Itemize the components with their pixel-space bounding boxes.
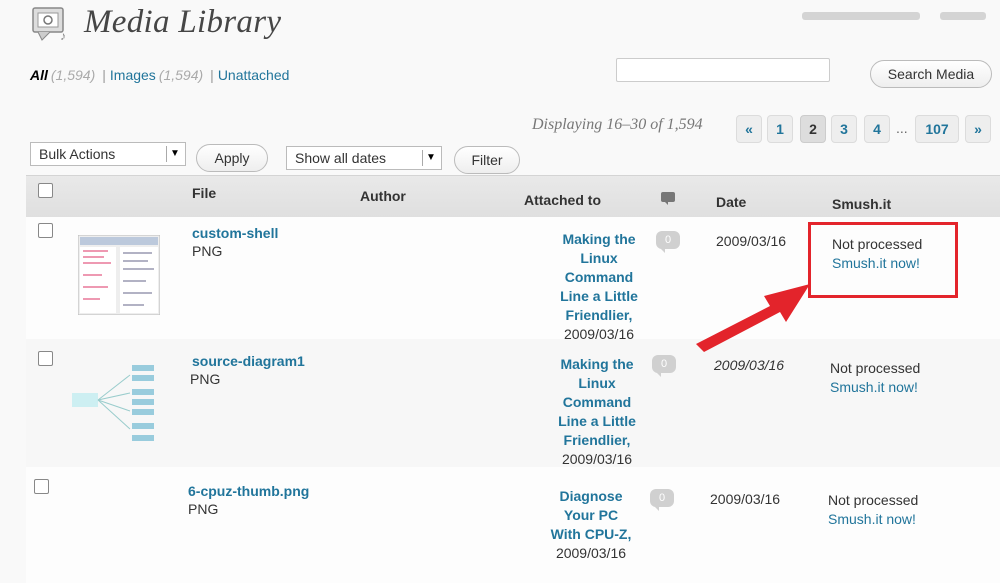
pagination-ellipsis: ...	[896, 120, 908, 136]
filter-all[interactable]: All	[30, 67, 48, 83]
smush-link-now: now!	[888, 379, 918, 395]
svg-text:♪: ♪	[60, 29, 66, 42]
filter-unattached[interactable]: Unattached	[218, 67, 290, 83]
page-title: Media Library	[84, 4, 282, 40]
filter-separator: |	[210, 67, 214, 83]
attached-line: With CPU-Z,	[550, 526, 632, 542]
file-name-link[interactable]: 6-cpuz-thumb.png	[188, 483, 309, 499]
screen-options-tab[interactable]	[802, 12, 920, 20]
smush-status: Not processed Smush.it now!	[830, 359, 920, 397]
chevron-down-icon: ▼	[166, 146, 183, 162]
pagination-page-1[interactable]: 1	[767, 115, 793, 143]
file-type: PNG	[192, 243, 223, 259]
attached-to: Diagnose Your PC With CPU-Z, 2009/03/16	[516, 487, 666, 563]
smush-now-link[interactable]: Smush.it now!	[828, 511, 916, 527]
displaying-count: Displaying 16–30 of 1,594	[532, 116, 703, 133]
smush-status: Not processed Smush.it now!	[828, 491, 918, 529]
table-header: File Author Attached to Date Smush.it	[26, 175, 1000, 217]
smush-now-link[interactable]: Smush.it now!	[830, 379, 918, 395]
media-library-icon: ♪	[32, 7, 66, 42]
bulk-actions-select[interactable]: Bulk Actions ▼	[30, 142, 186, 166]
filter-images[interactable]: Images	[110, 67, 156, 83]
smush-status-text: Not processed	[828, 492, 919, 508]
attached-line: Line a Little	[558, 413, 636, 429]
attached-line: Command	[564, 269, 634, 285]
upload-date: 2009/03/16	[710, 491, 781, 507]
thumbnail-image[interactable]	[72, 363, 162, 449]
column-attached: Attached to	[524, 192, 601, 208]
column-file[interactable]: File	[192, 185, 216, 201]
row-checkbox[interactable]	[38, 351, 53, 366]
attached-date: 2009/03/16	[555, 545, 627, 561]
comment-icon	[661, 192, 675, 205]
pagination-last[interactable]: 107	[915, 115, 959, 143]
search-media-button[interactable]: Search Media	[870, 60, 992, 88]
column-date[interactable]: Date	[716, 194, 746, 210]
comment-count-icon[interactable]: 0	[650, 489, 674, 511]
smush-link-text: Smush.it	[828, 511, 883, 527]
attached-line: Command	[562, 394, 632, 410]
smush-link-now: now!	[886, 511, 916, 527]
file-name-link[interactable]: source-diagram1	[192, 353, 305, 369]
pagination-next[interactable]: »	[965, 115, 991, 143]
filter-all-count: (1,594)	[50, 67, 96, 83]
bulk-actions-value: Bulk Actions	[39, 146, 116, 162]
attached-line: Linux	[580, 250, 618, 266]
file-type: PNG	[190, 371, 221, 387]
column-smushit: Smush.it	[832, 196, 892, 212]
filter-button[interactable]: Filter	[454, 146, 520, 174]
date-filter-value: Show all dates	[295, 150, 387, 166]
comment-count-icon[interactable]: 0	[656, 231, 680, 253]
select-all-checkbox[interactable]	[38, 183, 53, 198]
attached-line: Friendlier,	[565, 307, 633, 323]
table-row: source-diagram1 PNG Making the Linux Com…	[26, 339, 1000, 468]
upload-date: 2009/03/16	[714, 357, 785, 373]
annotation-highlight-box	[808, 222, 958, 298]
attached-post-link[interactable]: Making the Linux Command Line a Little F…	[522, 355, 672, 450]
pagination-prev[interactable]: «	[736, 115, 762, 143]
attached-line: Linux	[578, 375, 616, 391]
pagination-page-4[interactable]: 4	[864, 115, 890, 143]
search-input[interactable]	[616, 58, 830, 82]
pagination-page-3[interactable]: 3	[831, 115, 857, 143]
pagination-page-2: 2	[800, 115, 826, 143]
filter-images-count: (1,594)	[158, 67, 204, 83]
attached-line: Your PC	[563, 507, 619, 523]
attached-line: Friendlier,	[563, 432, 631, 448]
media-filter-links: All (1,594) | Images (1,594) | Unattached	[30, 67, 289, 83]
attached-to: Making the Linux Command Line a Little F…	[524, 230, 674, 344]
filter-separator: |	[102, 67, 106, 83]
attached-line: Diagnose	[559, 488, 623, 504]
smush-status-text: Not processed	[830, 360, 921, 376]
attached-line: Line a Little	[560, 288, 638, 304]
file-name-link[interactable]: custom-shell	[192, 225, 278, 241]
smush-link-text: Smush.it	[830, 379, 885, 395]
row-checkbox[interactable]	[38, 223, 53, 238]
attached-line: Making the	[562, 231, 636, 247]
row-checkbox[interactable]	[34, 479, 49, 494]
table-row: 6-cpuz-thumb.png PNG Diagnose Your PC Wi…	[26, 467, 1000, 583]
attached-post-link[interactable]: Diagnose Your PC With CPU-Z,	[516, 487, 666, 544]
column-author: Author	[360, 188, 406, 204]
thumbnail-image[interactable]	[78, 235, 160, 315]
attached-line: Making the	[560, 356, 634, 372]
red-annotation-arrow-icon	[696, 284, 810, 352]
help-tab[interactable]	[940, 12, 986, 20]
attached-to: Making the Linux Command Line a Little F…	[522, 355, 672, 469]
chevron-down-icon: ▼	[422, 150, 439, 166]
date-filter-select[interactable]: Show all dates ▼	[286, 146, 442, 170]
comment-count-icon[interactable]: 0	[652, 355, 676, 377]
upload-date: 2009/03/16	[716, 233, 787, 249]
attached-post-link[interactable]: Making the Linux Command Line a Little F…	[524, 230, 674, 325]
file-type: PNG	[188, 501, 219, 517]
apply-button[interactable]: Apply	[196, 144, 268, 172]
